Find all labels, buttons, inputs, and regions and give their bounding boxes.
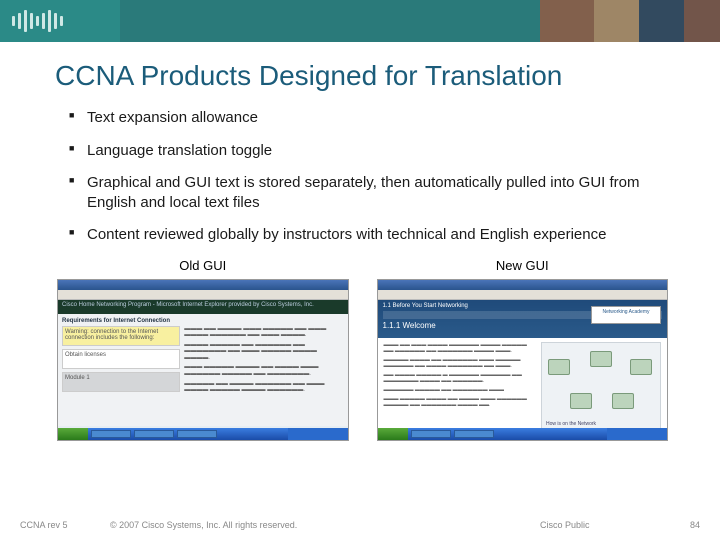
start-button bbox=[378, 428, 408, 440]
footer-version: CCNA rev 5 bbox=[20, 520, 110, 530]
old-page-heading: Requirements for Internet Connection bbox=[62, 318, 344, 324]
bullet-item: Language translation toggle bbox=[69, 141, 670, 161]
page-number: 84 bbox=[660, 520, 700, 530]
new-gui-label: New GUI bbox=[377, 258, 669, 273]
windows-taskbar bbox=[378, 428, 668, 440]
cisco-logo bbox=[0, 0, 120, 42]
diagram-node bbox=[630, 359, 652, 375]
window-titlebar bbox=[58, 280, 348, 290]
diagram-node bbox=[570, 393, 592, 409]
diagram-node bbox=[612, 393, 634, 409]
windows-taskbar bbox=[58, 428, 348, 440]
old-module-box: Module 1 bbox=[62, 372, 180, 392]
bullet-item: Text expansion allowance bbox=[69, 108, 670, 128]
footer-copyright: © 2007 Cisco Systems, Inc. All rights re… bbox=[110, 520, 540, 530]
bullet-item: Content reviewed globally by instructors… bbox=[69, 225, 670, 245]
old-gui-label: Old GUI bbox=[57, 258, 349, 273]
old-app-header: Cisco Home Networking Program - Microsof… bbox=[58, 300, 348, 314]
browser-toolbar bbox=[58, 290, 348, 300]
header-band bbox=[0, 0, 720, 42]
new-gui-screenshot: 1.1 Before You Start Networking 1.1.1 We… bbox=[377, 279, 669, 441]
new-body-text: ▬▬▬ ▬▬ ▬▬▬ ▬▬▬▬ ▬▬▬▬▬▬ ▬▬▬▬ ▬▬▬▬▬ ▬▬ ▬▬▬… bbox=[384, 342, 536, 430]
browser-toolbar bbox=[378, 290, 668, 300]
bullet-list: Text expansion allowance Language transl… bbox=[55, 108, 670, 245]
bullet-item: Graphical and GUI text is stored separat… bbox=[69, 173, 670, 212]
header-photo-strip bbox=[120, 0, 720, 42]
start-button bbox=[58, 428, 88, 440]
slide-title: CCNA Products Designed for Translation bbox=[55, 60, 670, 92]
diagram-node bbox=[548, 359, 570, 375]
academy-brand-badge: Networking Academy bbox=[591, 306, 661, 324]
footer-classification: Cisco Public bbox=[540, 520, 660, 530]
old-info-box: Obtain licenses bbox=[62, 349, 180, 369]
diagram-caption: How is on the Network bbox=[546, 421, 596, 427]
diagram-node bbox=[590, 351, 612, 367]
old-body-text: ▬▬▬ ▬▬ ▬▬▬▬ ▬▬▬ ▬▬▬▬▬ ▬▬ ▬▬▬ ▬▬▬▬ ▬▬▬▬▬▬… bbox=[184, 326, 343, 397]
new-diagram-panel: How is on the Network bbox=[541, 342, 661, 430]
window-titlebar bbox=[378, 280, 668, 290]
slide-footer: CCNA rev 5 © 2007 Cisco Systems, Inc. Al… bbox=[0, 520, 720, 530]
old-warning-box: Warning: connection to the Internet conn… bbox=[62, 326, 180, 346]
old-gui-screenshot: Cisco Home Networking Program - Microsof… bbox=[57, 279, 349, 441]
